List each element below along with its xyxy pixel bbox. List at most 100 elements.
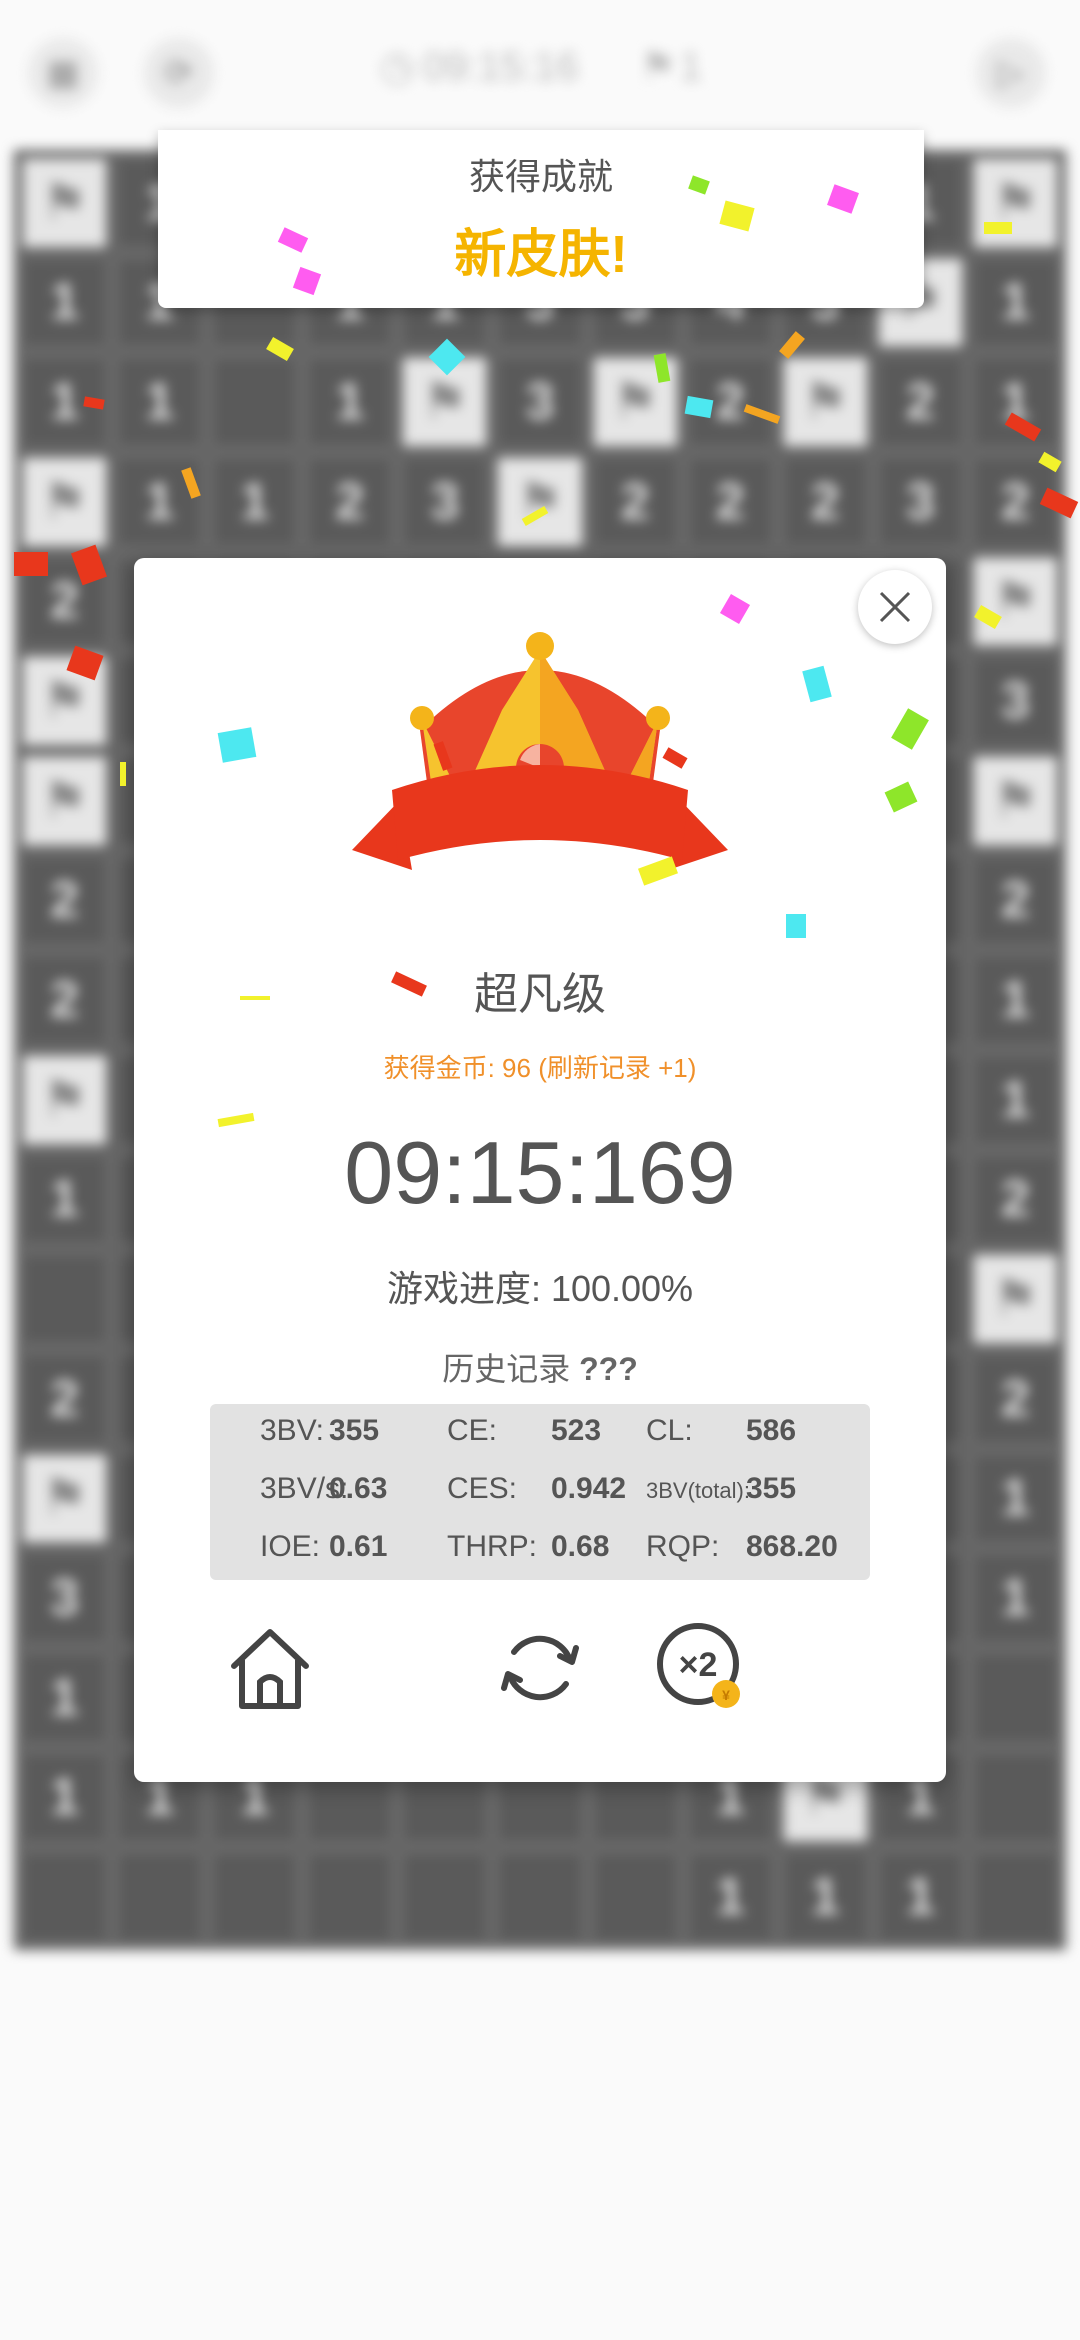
board-cell[interactable]: 2 xyxy=(875,355,965,449)
flagged-cell[interactable]: ⚑ xyxy=(20,1451,110,1546)
board-cell[interactable]: 1 xyxy=(20,255,110,350)
board-cell[interactable]: 3 xyxy=(400,454,490,549)
svg-text:×2: ×2 xyxy=(679,1646,718,1684)
double-reward-button[interactable]: ×2 ¥ xyxy=(652,1618,752,1718)
board-cell[interactable] xyxy=(970,1650,1060,1745)
board-cell[interactable]: 1 xyxy=(970,355,1060,449)
board-cell[interactable]: 1 xyxy=(20,1750,110,1845)
board-cell[interactable] xyxy=(590,1850,680,1944)
stat-value: 0.68 xyxy=(551,1530,610,1563)
board-cell[interactable] xyxy=(970,1750,1060,1845)
flagged-cell[interactable]: ⚑ xyxy=(20,654,110,748)
board-cell[interactable] xyxy=(115,1850,205,1944)
result-dialog: 刷新记录 超凡级 获得金币: 96 (刷新记录 +1) 09:15:169 游戏… xyxy=(134,558,946,1782)
board-cell[interactable]: 1 xyxy=(970,1052,1060,1147)
board-cell[interactable]: 2 xyxy=(970,853,1060,948)
calculator-icon[interactable]: ▦ xyxy=(28,38,98,108)
achievement-subtitle: 新皮肤! xyxy=(454,226,628,284)
final-time: 09:15:169 xyxy=(344,1123,736,1222)
play-icon[interactable]: ▷ xyxy=(976,38,1046,108)
rank-title: 超凡级 xyxy=(474,970,606,1019)
board-cell[interactable] xyxy=(970,1850,1060,1944)
achievement-title: 获得成就 xyxy=(468,156,613,197)
board-cell[interactable]: 1 xyxy=(970,1451,1060,1546)
board-cell[interactable] xyxy=(20,1850,110,1944)
board-cell[interactable]: 2 xyxy=(590,454,680,549)
board-cell[interactable]: 2 xyxy=(20,554,110,649)
flagged-cell[interactable]: ⚑ xyxy=(400,355,490,449)
home-button[interactable] xyxy=(220,1618,320,1718)
history-record: 历史记录 ??? xyxy=(134,1344,946,1390)
stat-label: CES: xyxy=(447,1472,518,1505)
board-cell[interactable]: 3 xyxy=(495,355,585,449)
board-cell[interactable]: 3 xyxy=(875,454,965,549)
board-cell[interactable]: 2 xyxy=(20,1351,110,1446)
board-cell[interactable]: 2 xyxy=(685,454,775,549)
timer-value: 09:15:16 xyxy=(422,44,579,89)
flagged-cell[interactable]: ⚑ xyxy=(970,753,1060,848)
board-cell[interactable]: 1 xyxy=(875,1850,965,1944)
flagged-cell[interactable]: ⚑ xyxy=(970,554,1060,649)
stat-value: 0.942 xyxy=(551,1472,627,1505)
board-cell[interactable]: 3 xyxy=(970,654,1060,748)
flagged-cell[interactable]: ⚑ xyxy=(20,1052,110,1147)
board-cell[interactable]: 2 xyxy=(20,853,110,948)
board-cell[interactable]: 2 xyxy=(20,953,110,1047)
flagged-cell[interactable]: ⚑ xyxy=(495,454,585,549)
board-cell[interactable]: 3 xyxy=(20,1551,110,1645)
board-cell[interactable]: 1 xyxy=(305,355,395,449)
close-button[interactable] xyxy=(858,570,932,644)
board-cell[interactable]: 2 xyxy=(970,454,1060,549)
board-cell[interactable]: 1 xyxy=(115,454,205,549)
refresh-icon xyxy=(501,1635,579,1701)
stat-value: 868.20 xyxy=(746,1530,838,1563)
board-cell[interactable]: 1 xyxy=(20,355,110,449)
board-cell[interactable] xyxy=(20,1252,110,1346)
achievement-toast: 获得成就 新皮肤! xyxy=(158,130,924,308)
coins-earned: 获得金币: 96 (刷新记录 +1) xyxy=(383,1053,697,1083)
board-cell[interactable]: 2 xyxy=(970,1152,1060,1247)
home-icon xyxy=(231,1629,309,1709)
board-cell[interactable] xyxy=(495,1850,585,1944)
board-cell[interactable]: 1 xyxy=(20,1650,110,1745)
flagged-cell[interactable]: ⚑ xyxy=(20,156,110,250)
flagged-cell[interactable]: ⚑ xyxy=(970,156,1060,250)
board-cell[interactable]: 1 xyxy=(970,255,1060,350)
flag-counter: ⚑ 1 xyxy=(640,44,702,90)
board-cell[interactable] xyxy=(400,1850,490,1944)
board-cell[interactable] xyxy=(305,1850,395,1944)
flag-icon: ⚑ xyxy=(640,45,676,89)
flagged-cell[interactable]: ⚑ xyxy=(970,1252,1060,1346)
board-cell[interactable]: 1 xyxy=(970,1551,1060,1645)
board-cell[interactable]: 1 xyxy=(210,454,300,549)
stat-label: IOE: xyxy=(260,1530,321,1563)
board-cell[interactable]: 1 xyxy=(780,1850,870,1944)
history-label: 历史记录 xyxy=(442,1351,571,1387)
board-cell[interactable]: 2 xyxy=(685,355,775,449)
flagged-cell[interactable]: ⚑ xyxy=(20,454,110,549)
close-icon xyxy=(879,591,911,623)
board-cell[interactable]: 1 xyxy=(20,1152,110,1247)
flag-count: 1 xyxy=(679,44,703,89)
stat-label: CL: xyxy=(646,1414,693,1447)
stat-label: RQP: xyxy=(646,1530,720,1563)
history-value: ??? xyxy=(579,1351,638,1387)
replay-button[interactable] xyxy=(490,1618,590,1718)
flagged-cell[interactable]: ⚑ xyxy=(590,355,680,449)
restart-icon[interactable]: ⟳ xyxy=(144,38,214,108)
flagged-cell[interactable]: ⚑ xyxy=(780,355,870,449)
board-cell[interactable] xyxy=(210,1850,300,1944)
stat-value: 355 xyxy=(746,1472,797,1505)
board-cell[interactable]: 2 xyxy=(970,1351,1060,1446)
board-cell[interactable]: 1 xyxy=(685,1850,775,1944)
svg-text:¥: ¥ xyxy=(722,1687,730,1703)
double-coins-icon: ×2 ¥ xyxy=(657,1623,740,1708)
board-cell[interactable]: 2 xyxy=(780,454,870,549)
board-cell[interactable]: 2 xyxy=(305,454,395,549)
flagged-cell[interactable]: ⚑ xyxy=(20,753,110,848)
board-cell[interactable]: 1 xyxy=(115,355,205,449)
board-cell[interactable]: 1 xyxy=(970,953,1060,1047)
stat-value: 0.63 xyxy=(329,1472,388,1505)
stat-label: THRP: xyxy=(447,1530,537,1563)
board-cell[interactable] xyxy=(210,355,300,449)
